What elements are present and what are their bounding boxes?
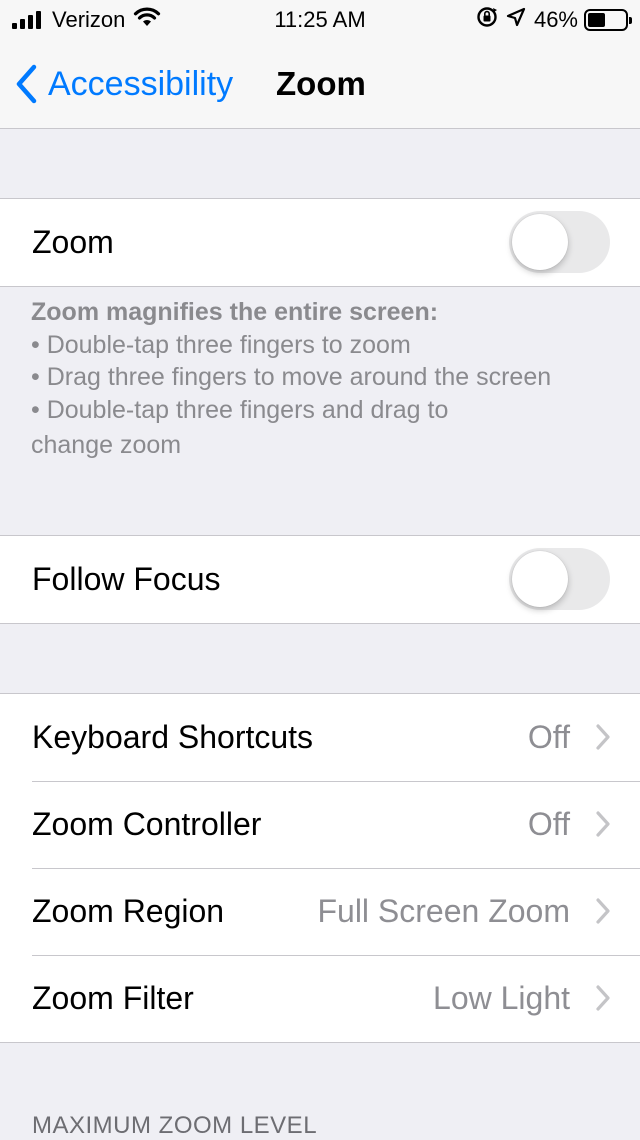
zoom-settings-group: Keyboard Shortcuts Off Zoom Controller O… — [0, 693, 640, 1043]
row-label: Zoom Region — [32, 893, 225, 929]
chevron-right-icon — [596, 898, 610, 924]
row-label: Zoom Controller — [32, 806, 262, 842]
zoom-toggle[interactable] — [509, 211, 610, 273]
zoom-toggle-group: Zoom — [0, 198, 640, 287]
zoom-filter-row[interactable]: Zoom Filter Low Light — [0, 955, 640, 1042]
battery-fill — [588, 13, 605, 27]
follow-focus-group: Follow Focus — [0, 535, 640, 624]
chevron-right-icon — [596, 985, 610, 1011]
chevron-right-icon — [596, 811, 610, 837]
location-icon — [506, 7, 526, 33]
zoom-label: Zoom — [32, 224, 114, 260]
status-bar: Verizon 11:25 AM 46% — [0, 0, 640, 40]
keyboard-shortcuts-row[interactable]: Keyboard Shortcuts Off — [0, 694, 640, 781]
description-bullet: • Drag three fingers to move around the … — [31, 363, 552, 391]
follow-focus-row: Follow Focus — [0, 536, 640, 623]
zoom-description: Zoom magnifies the entire screen: • Doub… — [31, 296, 621, 462]
zoom-region-row[interactable]: Zoom Region Full Screen Zoom — [0, 868, 640, 955]
follow-focus-label: Follow Focus — [32, 561, 221, 597]
battery-percent: 46% — [533, 7, 578, 32]
description-heading: Zoom magnifies the entire screen: — [31, 298, 439, 326]
orientation-lock-icon — [476, 6, 498, 34]
row-value: Off — [527, 719, 570, 755]
row-value: Full Screen Zoom — [317, 893, 570, 929]
navigation-bar: Accessibility Zoom — [0, 40, 640, 129]
status-right: 46% — [476, 6, 632, 34]
row-label: Zoom Filter — [32, 980, 194, 1016]
description-bullet: • Double-tap three fingers to zoom — [31, 330, 411, 359]
back-label: Accessibility — [48, 64, 234, 103]
zoom-row: Zoom — [0, 199, 640, 286]
chevron-right-icon — [596, 724, 610, 750]
back-button[interactable]: Accessibility — [14, 62, 233, 106]
zoom-controller-row[interactable]: Zoom Controller Off — [0, 781, 640, 868]
row-label: Keyboard Shortcuts — [32, 719, 314, 755]
description-continuation: change zoom — [31, 431, 182, 459]
chevron-left-icon — [16, 64, 37, 104]
row-value: Off — [527, 806, 570, 842]
battery-icon — [584, 9, 632, 31]
toggle-knob — [512, 214, 568, 270]
description-bullet: • Double-tap three fingers and drag to — [31, 395, 449, 424]
toggle-knob — [512, 551, 568, 607]
follow-focus-toggle[interactable] — [509, 548, 610, 610]
page-title: Zoom — [276, 65, 366, 102]
row-value: Low Light — [433, 980, 570, 1016]
